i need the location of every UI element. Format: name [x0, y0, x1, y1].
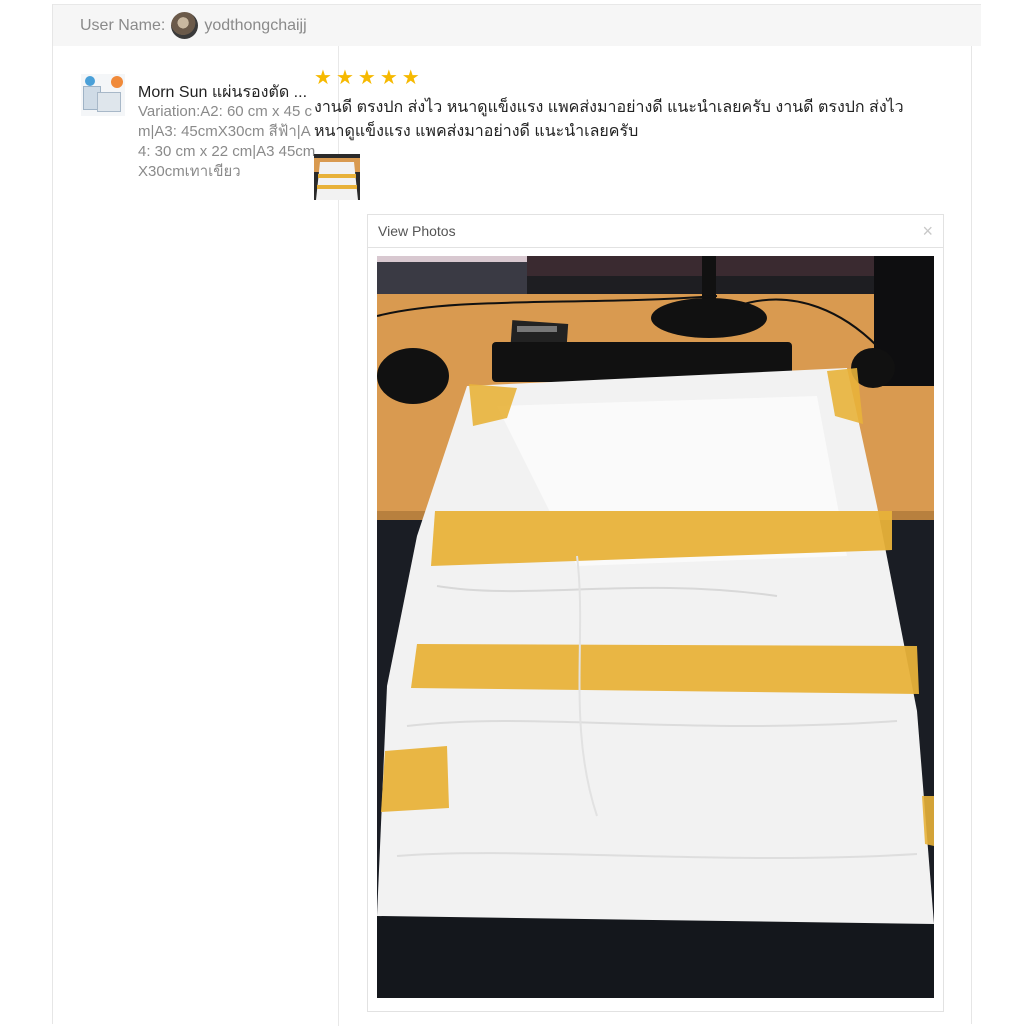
close-icon[interactable]: ×	[922, 222, 933, 240]
username[interactable]: yodthongchaijj	[204, 17, 306, 35]
review-photo[interactable]	[377, 256, 934, 998]
review-header: User Name: yodthongchaijj	[53, 4, 981, 46]
photo-viewer-bar: View Photos ×	[368, 215, 943, 248]
avatar[interactable]	[171, 12, 199, 39]
star-icon: ★	[401, 67, 420, 89]
review-content: ★ ★ ★ ★ ★ งานดี ตรงปก ส่งไว หนาดูแข็งแรง…	[314, 68, 904, 200]
photo-viewer: View Photos ×	[367, 214, 944, 1012]
user-name-label: User Name:	[80, 16, 166, 34]
product-variation: Variation:A2: 60 cm x 45 cm|A3: 45cmX30c…	[138, 103, 316, 180]
viewer-title: View Photos	[378, 223, 456, 239]
product-thumbnail[interactable]	[81, 74, 125, 116]
review-photo-thumbnail[interactable]	[314, 154, 360, 200]
rating-stars: ★ ★ ★ ★ ★	[314, 68, 904, 88]
star-icon: ★	[335, 67, 354, 89]
star-icon: ★	[379, 67, 398, 89]
review-text: งานดี ตรงปก ส่งไว หนาดูแข็งแรง แพคส่งมาอ…	[314, 99, 904, 140]
star-icon: ★	[314, 67, 332, 89]
star-icon: ★	[357, 67, 376, 89]
